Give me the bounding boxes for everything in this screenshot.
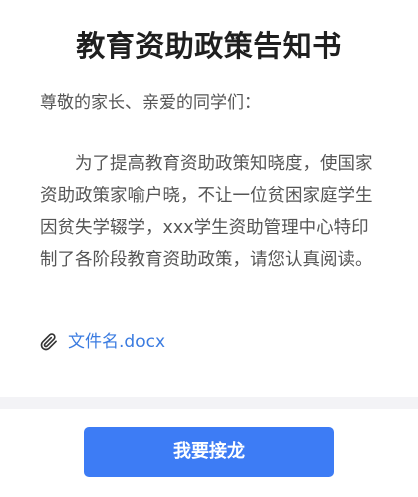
notice-body: 为了提高教育资助政策知晓度，使国家资助政策家喻户晓，不让一位贫困家庭学生因贫失学… <box>40 154 373 270</box>
page-title: 教育资助政策告知书 <box>76 29 342 63</box>
attachment-filename[interactable]: 文件名.docx <box>68 328 165 356</box>
attachment-link[interactable]: 文件名.docx <box>40 328 165 356</box>
join-relay-button[interactable]: 我要接龙 <box>84 427 334 477</box>
footer-bar: 我要接龙 <box>0 409 418 497</box>
paperclip-icon <box>40 333 58 351</box>
greeting-text: 尊敬的家长、亲爱的同学们： <box>40 93 261 113</box>
notice-content: 教育资助政策告知书 尊敬的家长、亲爱的同学们： 为了提高教育资助政策知晓度，使国… <box>0 0 418 397</box>
section-divider <box>0 397 418 409</box>
